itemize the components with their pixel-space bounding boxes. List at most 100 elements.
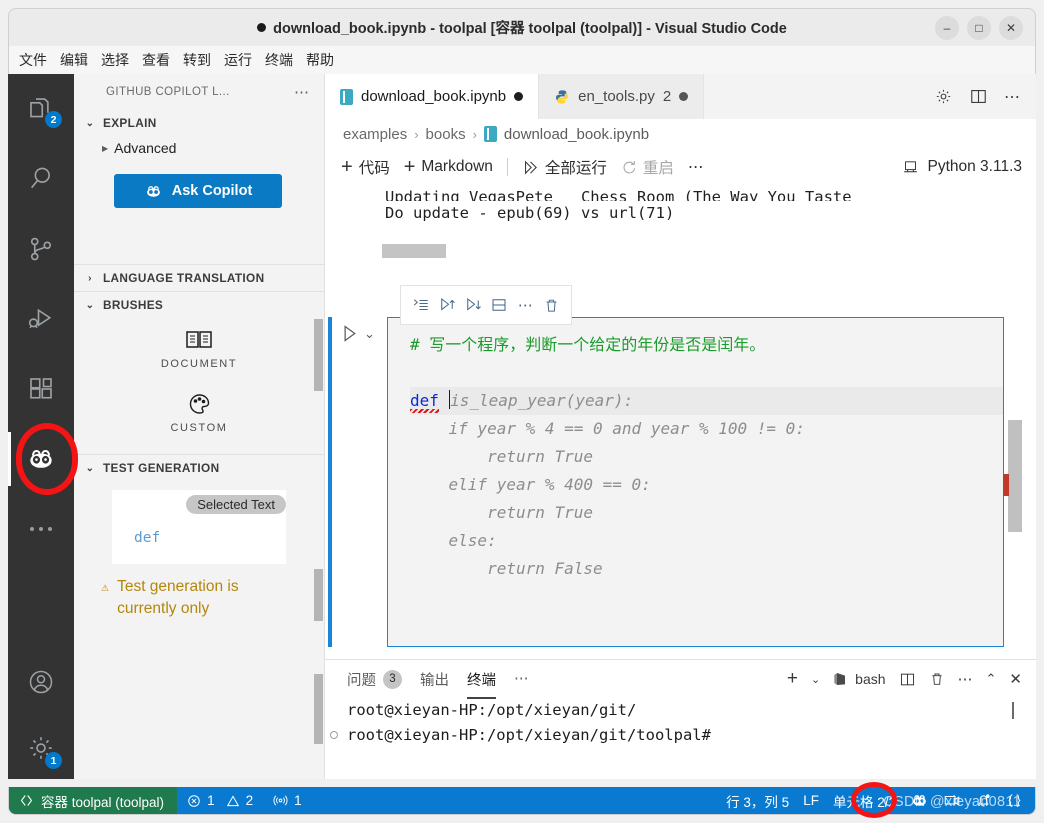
notebook-cell: ⌄ # 写一个程序，判断一个给定的年份是否是闰年。 def is_leap_ye… xyxy=(325,317,1036,647)
gear-icon[interactable] xyxy=(934,87,953,106)
menu-item-edit[interactable]: 编辑 xyxy=(60,50,88,70)
notebook-scrollbar[interactable] xyxy=(1003,420,1022,532)
activity-explorer[interactable]: 2 xyxy=(8,74,74,144)
problems-status[interactable]: 1 2 xyxy=(177,793,263,808)
selected-text-box[interactable]: Selected Text def xyxy=(112,490,286,564)
activity-extensions[interactable] xyxy=(8,354,74,424)
brush-document[interactable]: DOCUMENT xyxy=(74,318,324,376)
tab-dirty-indicator[interactable] xyxy=(679,92,689,101)
breadcrumb-books[interactable]: books xyxy=(426,126,466,143)
breadcrumb-examples[interactable]: examples xyxy=(343,126,407,143)
ports-status[interactable]: 1 xyxy=(263,793,312,808)
execute-below-icon[interactable] xyxy=(461,293,484,317)
cell-code[interactable]: # 写一个程序，判断一个给定的年份是否是闰年。 def is_leap_year… xyxy=(388,318,1003,583)
chevron-up-icon[interactable]: ⌃ xyxy=(986,671,997,687)
activity-github-copilot-labs[interactable] xyxy=(8,424,74,494)
panel-more-icon[interactable]: ⋯ xyxy=(958,670,973,688)
brush-custom[interactable]: CUSTOM xyxy=(74,376,324,440)
chevron-down-icon[interactable]: ⌄ xyxy=(364,326,375,342)
breadcrumb-file[interactable]: download_book.ipynb xyxy=(504,126,649,143)
panel-tab-terminal[interactable]: 终端 xyxy=(467,669,496,699)
close-button[interactable]: ✕ xyxy=(999,16,1023,40)
activity-settings[interactable]: 1 xyxy=(8,717,74,779)
activity-accounts[interactable] xyxy=(8,647,74,717)
explain-advanced-label: Advanced xyxy=(114,140,177,156)
braces-icon[interactable] xyxy=(1006,792,1023,809)
notebook-more-button[interactable]: ⋯ xyxy=(688,158,704,177)
activity-bar: 2 1 xyxy=(8,74,74,779)
kernel-selector[interactable]: Python 3.11.3 xyxy=(902,158,1036,176)
menu-item-selection[interactable]: 选择 xyxy=(101,50,129,70)
activity-source-control[interactable] xyxy=(8,214,74,284)
sidebar-section-language-translation[interactable]: › LANGUAGE TRANSLATION xyxy=(74,265,324,291)
bell-icon[interactable] xyxy=(975,792,992,809)
menu-bar: 文件 编辑 选择 查看 转到 运行 终端 帮助 xyxy=(8,46,1036,74)
explain-advanced-row[interactable]: ▶ Advanced xyxy=(74,136,324,160)
copilot-icon xyxy=(25,443,57,475)
menu-item-run[interactable]: 运行 xyxy=(224,50,252,70)
sidebar-title: GITHUB COPILOT L... xyxy=(106,86,230,98)
add-markdown-cell-button[interactable]: + Markdown xyxy=(404,157,493,177)
new-terminal-dropdown-icon[interactable]: ⌄ xyxy=(811,673,820,686)
split-editor-icon[interactable] xyxy=(969,87,988,106)
menu-item-go[interactable]: 转到 xyxy=(183,50,211,70)
execute-above-icon[interactable] xyxy=(435,293,458,317)
window-controls: – □ ✕ xyxy=(935,16,1023,40)
add-code-cell-button[interactable]: + 代码 xyxy=(341,156,390,178)
cell-run-controls: ⌄ xyxy=(339,323,387,344)
more-icon[interactable]: ⋯ xyxy=(514,293,537,317)
tab-dirty-indicator[interactable] xyxy=(514,92,524,101)
split-terminal-icon[interactable] xyxy=(899,671,916,688)
run-by-line-icon[interactable] xyxy=(409,293,432,317)
maximize-button[interactable]: □ xyxy=(967,16,991,40)
terminal-output[interactable]: root@xieyan-HP:/opt/xieyan/git/ root@xie… xyxy=(325,698,1036,748)
section-label-brushes: BRUSHES xyxy=(103,298,164,312)
panel-more-icon[interactable]: ⋯ xyxy=(514,671,529,687)
activity-more[interactable] xyxy=(8,494,74,564)
command-status-icon xyxy=(330,731,338,739)
close-panel-icon[interactable]: ✕ xyxy=(1009,670,1022,688)
new-terminal-button[interactable]: + xyxy=(787,668,798,690)
cell-indicator[interactable]: 单元格 2/2 xyxy=(833,791,896,811)
panel-tab-output[interactable]: 输出 xyxy=(420,669,449,690)
panel-tab-bar: 问题 3 输出 终端 ⋯ + ⌄ bash ⋯ ⌃ ✕ xyxy=(325,660,1036,699)
remote-indicator[interactable]: 容器 toolpal (toolpal) xyxy=(9,787,178,814)
tab-en-tools-py[interactable]: en_tools.py 2 xyxy=(539,74,705,119)
output-line: Updating VegasPete _ Chess Room (The Way… xyxy=(385,188,852,201)
panel-tab-problems[interactable]: 问题 3 xyxy=(347,669,402,690)
activity-search[interactable] xyxy=(8,144,74,214)
menu-item-view[interactable]: 查看 xyxy=(142,50,170,70)
sidebar-section-explain[interactable]: ⌄ EXPLAIN xyxy=(74,110,324,136)
chevron-down-icon: ⌄ xyxy=(85,117,95,129)
bash-shell-indicator[interactable]: bash xyxy=(833,671,886,687)
add-markdown-label: Markdown xyxy=(421,158,493,175)
run-all-button[interactable]: 全部运行 xyxy=(522,156,607,178)
cursor-position[interactable]: 行 3，列 5 xyxy=(726,791,789,811)
ask-copilot-button[interactable]: Ask Copilot xyxy=(114,174,282,208)
terminal-scrollbar[interactable] xyxy=(1012,702,1014,719)
eol-indicator[interactable]: LF xyxy=(803,793,819,808)
tab-download-book-ipynb[interactable]: download_book.ipynb xyxy=(325,74,540,119)
split-cell-icon[interactable] xyxy=(488,293,511,317)
menu-item-terminal[interactable]: 终端 xyxy=(265,50,293,70)
menu-item-help[interactable]: 帮助 xyxy=(306,50,334,70)
screencast-icon[interactable] xyxy=(943,792,961,810)
cell-editor[interactable]: # 写一个程序，判断一个给定的年份是否是闰年。 def is_leap_year… xyxy=(387,317,1004,647)
activity-run-and-debug[interactable] xyxy=(8,284,74,354)
sidebar-more-icon[interactable]: ⋯ xyxy=(294,83,310,101)
minimize-button[interactable]: – xyxy=(935,16,959,40)
sidebar-section-brushes[interactable]: ⌄ BRUSHES xyxy=(74,292,324,318)
code-line-current: def is_leap_year(year): xyxy=(410,387,1003,415)
brushes-scrollbar[interactable] xyxy=(314,569,323,621)
restart-kernel-button[interactable]: 重启 xyxy=(621,156,674,178)
sidebar-section-test-generation[interactable]: ⌄ TEST GENERATION xyxy=(74,455,324,481)
delete-cell-icon[interactable] xyxy=(540,293,563,317)
test-generation-scrollbar[interactable] xyxy=(314,674,323,744)
kill-terminal-icon[interactable] xyxy=(929,671,945,687)
menu-item-file[interactable]: 文件 xyxy=(19,50,47,70)
explain-scrollbar[interactable] xyxy=(314,319,323,391)
run-cell-icon[interactable] xyxy=(339,323,360,344)
tab-label: download_book.ipynb xyxy=(361,88,507,105)
more-icon[interactable]: ⋯ xyxy=(1004,87,1020,107)
copilot-status-icon[interactable] xyxy=(910,791,929,810)
